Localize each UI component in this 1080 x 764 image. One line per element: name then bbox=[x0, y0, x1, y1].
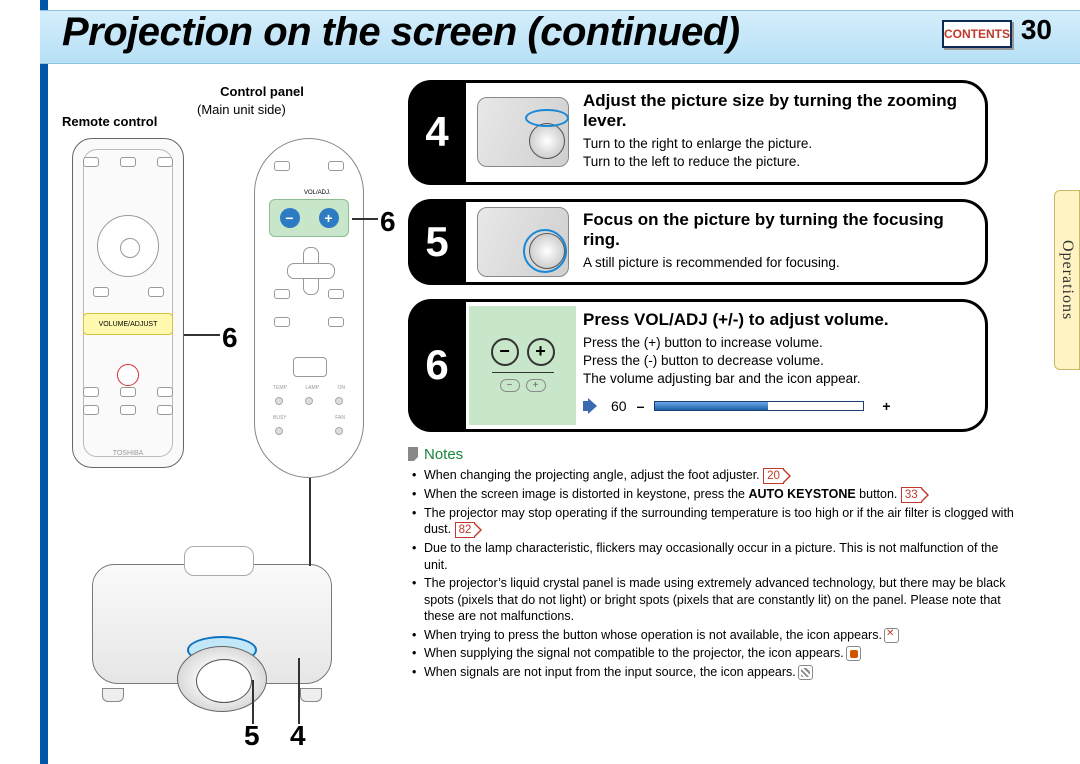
control-panel-diagram: VOL/ADJ. − + TEMPLAMPON BUSYFAN bbox=[254, 138, 364, 478]
volume-bar: 60 – + bbox=[583, 397, 971, 415]
plus-icon: + bbox=[527, 338, 555, 366]
note-icon bbox=[408, 447, 418, 461]
plus-label: + bbox=[882, 398, 890, 414]
remote-control-diagram: VOLUME/ADJUST TOSHIBA bbox=[72, 138, 184, 468]
step-4: 4 Adjust the picture size by turning the… bbox=[408, 80, 988, 185]
volume-value: 60 bbox=[611, 398, 627, 414]
projector-thumb-icon bbox=[477, 207, 569, 277]
projector-diagram bbox=[92, 544, 332, 714]
plus-icon: + bbox=[319, 208, 339, 228]
step-5: 5 Focus on the picture by turning the fo… bbox=[408, 199, 988, 285]
note-item: When signals are not input from the inpu… bbox=[412, 664, 1018, 681]
minus-label: – bbox=[637, 398, 645, 414]
standby-button-icon bbox=[293, 357, 327, 377]
signal-icon bbox=[798, 665, 813, 680]
step-title: Focus on the picture by turning the focu… bbox=[583, 210, 971, 250]
dpad-icon bbox=[97, 215, 159, 277]
step-title: Press VOL/ADJ (+/-) to adjust volume. bbox=[583, 310, 971, 330]
warn-icon bbox=[846, 646, 861, 661]
control-panel-label: Control panel bbox=[197, 84, 327, 99]
volume-adjust-band: VOLUME/ADJUST bbox=[83, 313, 173, 335]
step-title: Adjust the picture size by turning the z… bbox=[583, 91, 971, 131]
page-title: Projection on the screen (continued) bbox=[62, 10, 740, 55]
laser-button-icon bbox=[117, 364, 139, 386]
page-number: 30 bbox=[1021, 14, 1052, 46]
callout-number: 6 bbox=[380, 206, 396, 238]
control-panel-sublabel: (Main unit side) bbox=[197, 102, 286, 117]
step-6: 6 − + − + Press VOL/ADJ (+/-) to adjust … bbox=[408, 299, 988, 432]
step-number: 4 bbox=[408, 80, 466, 185]
lens-icon bbox=[177, 646, 267, 712]
err-icon bbox=[884, 628, 899, 643]
section-tab-label: Operations bbox=[1058, 240, 1076, 320]
page-ref-link[interactable]: 82 bbox=[455, 522, 483, 538]
callout-number: 5 bbox=[244, 720, 260, 752]
minus-small-icon: − bbox=[500, 379, 520, 392]
note-item: The projector may stop operating if the … bbox=[412, 505, 1018, 539]
step-number: 6 bbox=[408, 299, 466, 432]
callout-number: 4 bbox=[290, 720, 306, 752]
arrow-pad-icon bbox=[287, 247, 333, 293]
callout-number: 6 bbox=[222, 322, 238, 354]
note-item: When changing the projecting angle, adju… bbox=[412, 467, 1018, 484]
projector-thumb-icon bbox=[477, 97, 569, 167]
note-item: When supplying the signal not compatible… bbox=[412, 645, 1018, 662]
step-body: Press the (+) button to increase volume.… bbox=[583, 334, 971, 389]
step-number: 5 bbox=[408, 199, 466, 285]
page-ref-link[interactable]: 20 bbox=[763, 468, 791, 484]
page-ref-link[interactable]: 33 bbox=[901, 487, 929, 503]
brand-label: TOSHIBA bbox=[73, 450, 183, 457]
minus-icon: − bbox=[491, 338, 519, 366]
note-item: Due to the lamp characteristic, flickers… bbox=[412, 540, 1018, 573]
vol-adj-band-icon: VOL/ADJ. − + bbox=[269, 199, 349, 237]
remote-control-label: Remote control bbox=[62, 114, 157, 129]
minus-icon: − bbox=[280, 208, 300, 228]
notes-section: Notes When changing the projecting angle… bbox=[408, 446, 1018, 681]
step-body: A still picture is recommended for focus… bbox=[583, 254, 971, 272]
note-item: When trying to press the button whose op… bbox=[412, 627, 1018, 644]
step-body: Turn to the right to enlarge the picture… bbox=[583, 135, 971, 171]
plus-small-icon: + bbox=[526, 379, 546, 392]
section-tab-operations[interactable]: Operations bbox=[1054, 190, 1080, 370]
note-item: When the screen image is distorted in ke… bbox=[412, 486, 1018, 503]
contents-button[interactable]: CONTENTS bbox=[942, 20, 1012, 48]
notes-heading: Notes bbox=[424, 446, 463, 463]
note-item: The projector’s liquid crystal panel is … bbox=[412, 575, 1018, 625]
speaker-icon bbox=[583, 397, 601, 415]
